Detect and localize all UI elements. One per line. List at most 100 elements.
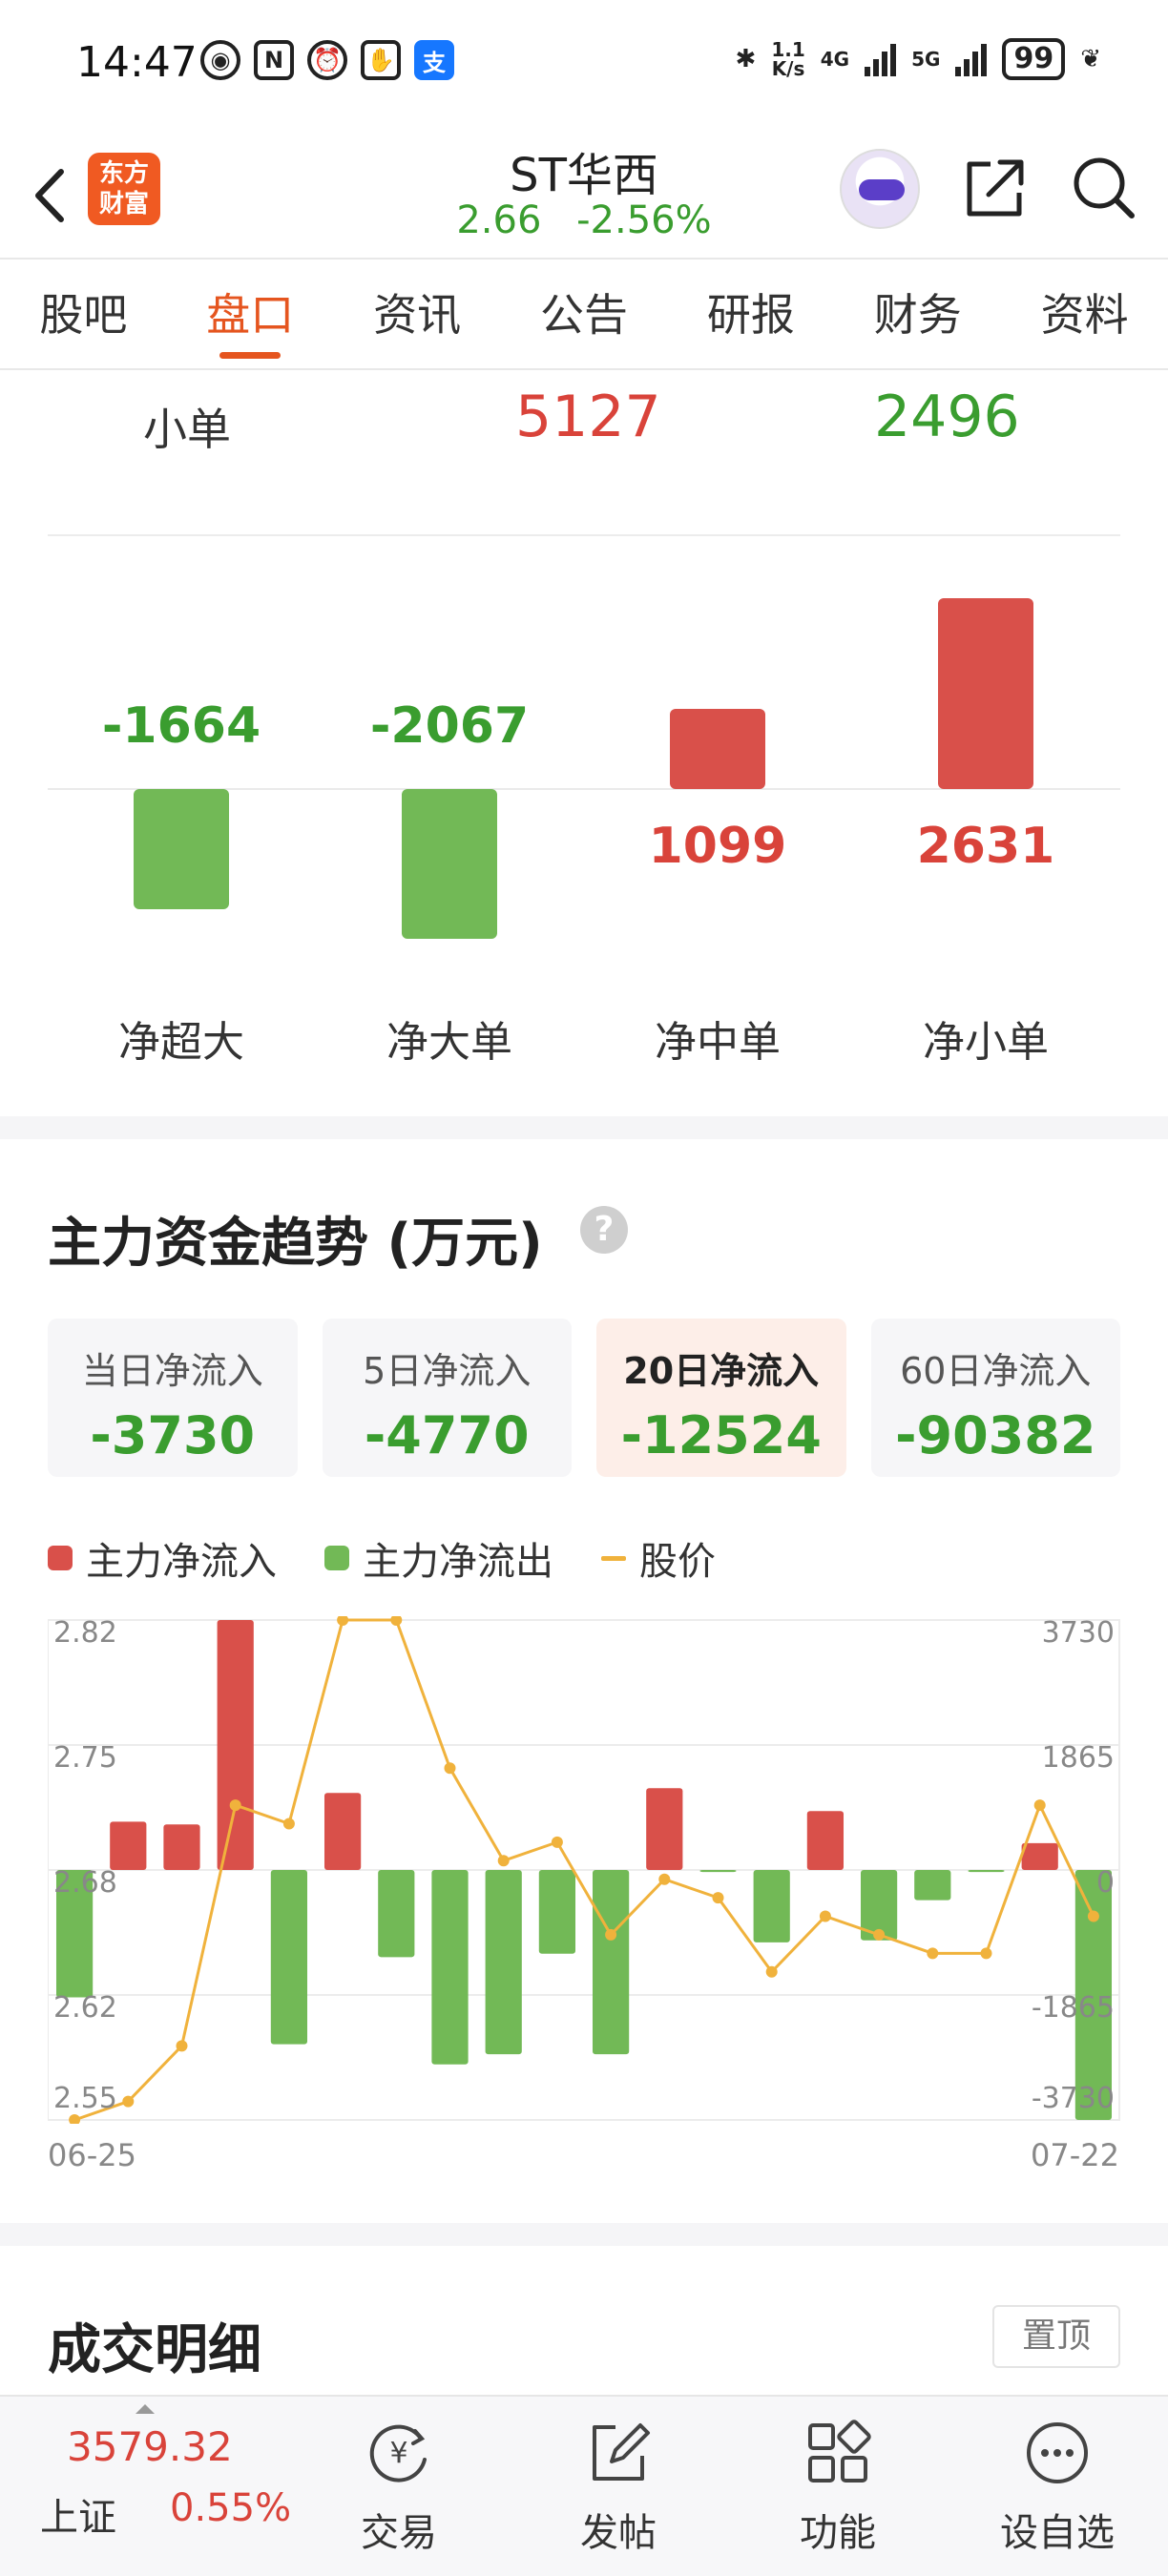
- price-point: [1087, 1910, 1099, 1922]
- price-point: [712, 1892, 724, 1904]
- left-axis-tick: 2.62: [53, 1991, 117, 2025]
- alipay-icon: 支: [414, 40, 454, 80]
- price-point: [229, 1799, 241, 1812]
- tab-bar: 股吧 盘口 资讯 公告 研报 财务 资料: [0, 258, 1168, 370]
- section-divider: [0, 1116, 1168, 1139]
- price-point: [444, 1762, 456, 1775]
- status-time: 14:47: [76, 38, 198, 87]
- stock-price: 2.66: [456, 198, 542, 242]
- nav-add-watchlist[interactable]: 设自选: [986, 2397, 1129, 2576]
- small-order-row: 小单 5127 2496: [0, 382, 1168, 467]
- status-bar: 14:47 ◉ N ⏰ ✋ 支 ✱ 1.1 K/s 4G 5G 99 ❦: [0, 0, 1168, 134]
- price-point: [1033, 1799, 1046, 1812]
- more-icon: [1027, 2422, 1088, 2483]
- system-status: ✱ 1.1 K/s 4G 5G 99 ❦: [736, 38, 1101, 80]
- price-point: [282, 1818, 295, 1830]
- net-flow-bar: [402, 789, 497, 940]
- price-point: [819, 1910, 831, 1922]
- eye-icon: ◉: [200, 40, 240, 80]
- card-5day[interactable]: 5日净流入 -4770: [322, 1319, 572, 1477]
- expand-caret-icon: [136, 2404, 155, 2414]
- flow-bar: [699, 1870, 737, 1873]
- tab-announcements[interactable]: 公告: [501, 260, 668, 368]
- tab-research[interactable]: 研报: [667, 260, 834, 368]
- bottom-bar: 3579.32 上证 0.55% ¥ 交易 发帖 功能 设自选: [0, 2395, 1168, 2576]
- deal-detail-title: 成交明细: [48, 2319, 261, 2381]
- net-flow-label: 净小单: [923, 1018, 1049, 1067]
- net-inflow-cards: 当日净流入 -3730 5日净流入 -4770 20日净流入 -12524 60…: [48, 1319, 1120, 1477]
- nav-post[interactable]: 发帖: [547, 2397, 690, 2576]
- net-flow-value: 1099: [648, 818, 787, 875]
- price-point: [337, 1616, 349, 1626]
- leaf-icon: ❦: [1080, 45, 1101, 73]
- legend-outflow: 主力净流出: [324, 1530, 553, 1586]
- flow-bar: [968, 1870, 1005, 1873]
- signal-5g-icon: [955, 42, 988, 76]
- trade-icon: ¥: [369, 2424, 427, 2483]
- stock-header: 东方 财富 ST华西 2.66 -2.56%: [0, 134, 1168, 258]
- legend-inflow: 主力净流入: [48, 1530, 277, 1586]
- index-value: 3579.32: [67, 2423, 233, 2470]
- nav-trade[interactable]: ¥ 交易: [327, 2397, 470, 2576]
- flow-bar: [270, 1870, 308, 2045]
- net-flow-bar: [938, 598, 1033, 789]
- net-flow-chart: -1664 净超大 -2067 净大单 1099 净中单 2631 净小单: [0, 534, 1168, 1069]
- pin-button[interactable]: 置顶: [992, 2305, 1120, 2368]
- flow-bar: [378, 1870, 415, 1958]
- price-point: [551, 1836, 563, 1848]
- legend-price: 股价: [601, 1530, 716, 1586]
- net-flow-label: 净中单: [655, 1018, 781, 1067]
- right-axis-tick: -3730: [1031, 2082, 1115, 2115]
- right-axis-tick: 1865: [1041, 1741, 1115, 1775]
- price-point: [69, 2114, 81, 2124]
- section-divider: [0, 2223, 1168, 2246]
- flow-bar: [753, 1870, 790, 1942]
- legend-inflow-swatch: [48, 1546, 73, 1570]
- right-axis-tick: -1865: [1031, 1991, 1115, 2025]
- hand-icon: ✋: [361, 40, 401, 80]
- price-point: [873, 1928, 886, 1941]
- signal-4g-icon: [865, 42, 897, 76]
- tab-guba[interactable]: 股吧: [0, 260, 167, 368]
- net-flow-value: -2067: [369, 697, 530, 755]
- help-icon[interactable]: ?: [580, 1206, 628, 1254]
- flow-bar: [646, 1788, 683, 1870]
- share-icon[interactable]: [962, 155, 1029, 221]
- right-axis-tick: 3730: [1041, 1616, 1115, 1650]
- svg-text:¥: ¥: [389, 2437, 407, 2470]
- flow-bar: [323, 1793, 362, 1870]
- price-point: [927, 1947, 939, 1960]
- card-today[interactable]: 当日净流入 -3730: [48, 1319, 298, 1477]
- apps-icon: [808, 2420, 871, 2483]
- stock-change: -2.56%: [576, 198, 712, 242]
- tab-profile[interactable]: 资料: [1001, 260, 1168, 368]
- flow-bar: [1021, 1842, 1058, 1870]
- flow-bar: [431, 1870, 469, 2065]
- net-flow-label: 净超大: [118, 1018, 244, 1067]
- assistant-robot-icon[interactable]: [840, 149, 920, 229]
- flow-bar: [806, 1811, 845, 1870]
- battery-indicator: 99: [1002, 38, 1066, 80]
- nfc-icon: N: [254, 40, 294, 80]
- small-order-inflow: 5127: [515, 384, 661, 450]
- nav-apps[interactable]: 功能: [766, 2397, 909, 2576]
- price-point: [658, 1873, 671, 1885]
- tab-finance[interactable]: 财务: [834, 260, 1001, 368]
- card-20day[interactable]: 20日净流入 -12524: [596, 1319, 846, 1477]
- fund-trend-chart[interactable]: 2.82 2.75 2.68 2.62 2.55 3730 1865 0 -1865 -3730: [48, 1616, 1120, 2124]
- price-point: [176, 2040, 188, 2052]
- card-60day[interactable]: 60日净流入 -90382: [870, 1319, 1120, 1477]
- left-axis-tick: 2.82: [53, 1616, 117, 1650]
- small-order-label: 小单: [143, 404, 231, 455]
- search-icon[interactable]: [1069, 153, 1137, 221]
- net-flow-bar: [670, 709, 765, 789]
- small-order-outflow: 2496: [874, 384, 1020, 450]
- price-point: [765, 1965, 778, 1978]
- tab-pankou[interactable]: 盘口: [167, 260, 334, 368]
- net-flow-value: -1664: [101, 697, 261, 755]
- price-point: [497, 1855, 510, 1867]
- tab-news[interactable]: 资讯: [334, 260, 501, 368]
- flow-bar: [592, 1870, 630, 2055]
- index-change: 0.55%: [170, 2486, 292, 2530]
- net-flow-bar: [134, 789, 229, 910]
